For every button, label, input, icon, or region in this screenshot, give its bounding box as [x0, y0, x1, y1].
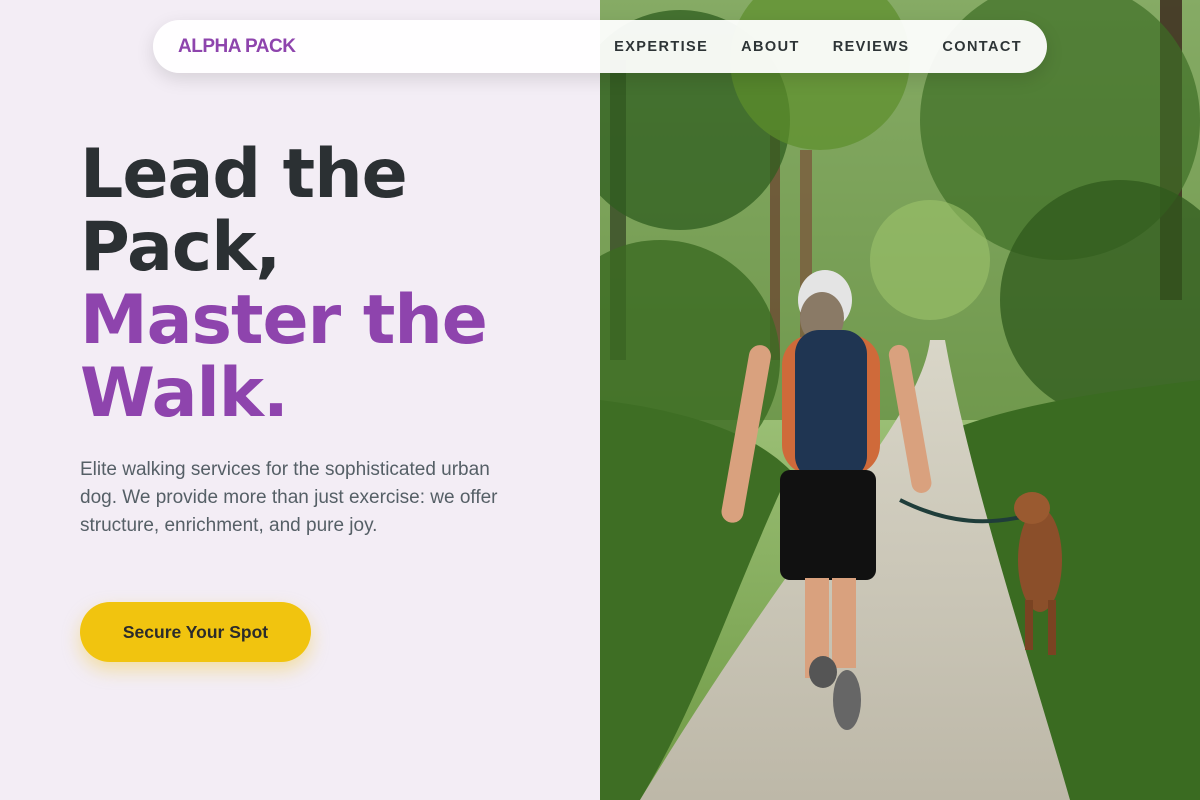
nav-menu: EXPERTISE ABOUT REVIEWS CONTACT	[614, 39, 1022, 55]
nav-link-contact[interactable]: CONTACT	[942, 39, 1022, 55]
hero-photo	[600, 0, 1200, 800]
headline-accent-line-1: Master the	[80, 281, 488, 360]
hero-section: Lead the Pack, Master the Walk. Elite wa…	[80, 138, 550, 540]
hero-subtext: Elite walking services for the sophistic…	[80, 459, 498, 536]
headline-line-1: Lead the	[80, 135, 408, 214]
top-navigation-bar: ALPHA PACK EXPERTISE ABOUT REVIEWS CONTA…	[153, 20, 1047, 73]
hero-headline: Lead the Pack, Master the Walk.	[80, 138, 550, 430]
nav-link-about[interactable]: ABOUT	[741, 39, 800, 55]
headline-accent-line-2: Walk.	[80, 354, 289, 433]
headline-line-2: Pack,	[80, 208, 281, 287]
secure-your-spot-button[interactable]: Secure Your Spot	[80, 602, 311, 662]
forest-trail-illustration	[600, 0, 1200, 800]
nav-link-expertise[interactable]: EXPERTISE	[614, 39, 708, 55]
nav-link-reviews[interactable]: REVIEWS	[833, 39, 910, 55]
brand-logo[interactable]: ALPHA PACK	[178, 36, 296, 58]
